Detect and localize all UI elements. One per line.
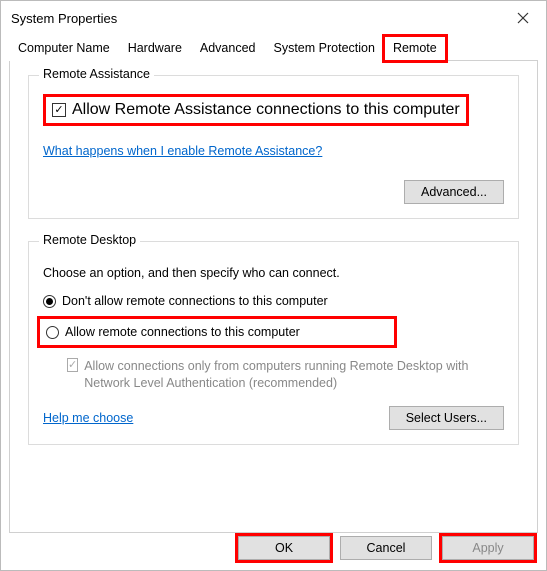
allow-ra-checkbox[interactable]	[52, 103, 66, 117]
rd-option-dont-allow[interactable]: Don't allow remote connections to this c…	[43, 294, 504, 308]
rd-option-1-label: Don't allow remote connections to this c…	[62, 294, 328, 308]
cancel-button[interactable]: Cancel	[340, 536, 432, 560]
close-icon	[517, 12, 529, 24]
ra-help-link[interactable]: What happens when I enable Remote Assist…	[43, 144, 322, 158]
remote-assistance-group: Remote Assistance Allow Remote Assistanc…	[28, 75, 519, 219]
tabs: Computer Name Hardware Advanced System P…	[9, 35, 538, 61]
window-title: System Properties	[11, 11, 117, 26]
tab-system-protection[interactable]: System Protection	[265, 36, 384, 61]
titlebar: System Properties	[1, 1, 546, 35]
remote-assistance-legend: Remote Assistance	[39, 67, 154, 81]
apply-button[interactable]: Apply	[442, 536, 534, 560]
tab-computer-name[interactable]: Computer Name	[9, 36, 119, 61]
select-users-button[interactable]: Select Users...	[389, 406, 504, 430]
tab-remote[interactable]: Remote	[384, 36, 446, 61]
tabs-container: Computer Name Hardware Advanced System P…	[1, 35, 546, 533]
radio-allow[interactable]	[46, 326, 59, 339]
remote-desktop-legend: Remote Desktop	[39, 233, 140, 247]
rd-help-link[interactable]: Help me choose	[43, 411, 133, 425]
nla-label: Allow connections only from computers ru…	[84, 358, 504, 392]
ra-advanced-button[interactable]: Advanced...	[404, 180, 504, 204]
rd-option-allow[interactable]: Allow remote connections to this compute…	[46, 325, 388, 339]
nla-row: Allow connections only from computers ru…	[67, 358, 504, 392]
close-button[interactable]	[500, 3, 546, 33]
radio-dont-allow[interactable]	[43, 295, 56, 308]
remote-tab-pane: Remote Assistance Allow Remote Assistanc…	[9, 61, 538, 533]
remote-desktop-group: Remote Desktop Choose an option, and the…	[28, 241, 519, 445]
nla-checkbox	[67, 358, 78, 372]
tab-hardware[interactable]: Hardware	[119, 36, 191, 61]
tab-advanced[interactable]: Advanced	[191, 36, 265, 61]
ok-button[interactable]: OK	[238, 536, 330, 560]
allow-ra-row: Allow Remote Assistance connections to t…	[43, 94, 469, 126]
system-properties-window: System Properties Computer Name Hardware…	[0, 0, 547, 571]
rd-instruction: Choose an option, and then specify who c…	[43, 266, 504, 280]
allow-ra-label: Allow Remote Assistance connections to t…	[72, 101, 460, 119]
rd-option-2-label: Allow remote connections to this compute…	[65, 325, 300, 339]
rd-option-allow-highlight: Allow remote connections to this compute…	[37, 316, 397, 348]
dialog-buttons: OK Cancel Apply	[238, 536, 534, 560]
